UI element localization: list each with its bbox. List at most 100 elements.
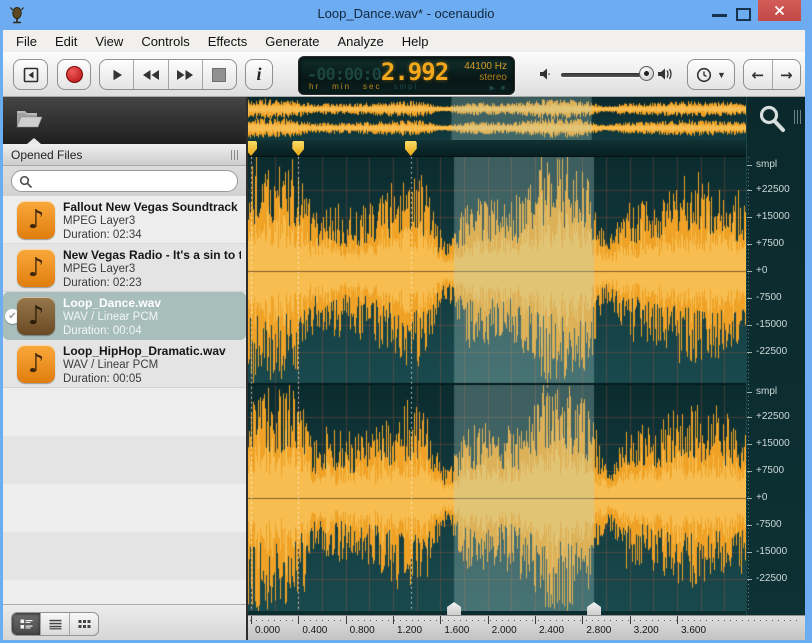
opened-files-folder-icon[interactable] <box>15 107 43 129</box>
waveform-overview[interactable] <box>248 97 746 140</box>
stop-icon <box>212 68 226 82</box>
ruler-tick <box>747 498 752 499</box>
ruler-tick <box>747 417 752 418</box>
volume-slider-knob[interactable] <box>639 66 654 81</box>
ruler-tick <box>747 552 752 553</box>
minimize-button[interactable] <box>712 14 727 17</box>
menu-item-controls[interactable]: Controls <box>132 32 198 51</box>
marker-pin[interactable] <box>248 141 257 156</box>
detail-view-button[interactable] <box>12 613 40 635</box>
menu-item-effects[interactable]: Effects <box>199 32 257 51</box>
file-title: New Vegas Radio - It's a sin to tell ... <box>63 248 241 262</box>
search-input[interactable] <box>38 172 232 192</box>
file-row-selected[interactable]: ✔ ♪ Loop_Dance.wav WAV / Linear PCM Dura… <box>3 292 246 340</box>
go-to-start-icon <box>23 67 39 83</box>
unit-min: min <box>332 82 351 91</box>
info-button[interactable]: i <box>245 59 273 90</box>
file-duration: Duration: 00:04 <box>63 324 241 338</box>
menu-item-generate[interactable]: Generate <box>256 32 328 51</box>
time-axis-tick <box>582 616 583 624</box>
sample-ruler[interactable]: smpl+22500+15000+7500+0-7500-15000-22500… <box>746 97 805 615</box>
ruler-tick <box>747 352 752 353</box>
time-axis-label: 2.000 <box>492 625 517 636</box>
time-axis-label: 3.200 <box>634 625 659 636</box>
volume-min-icon[interactable] <box>539 67 553 81</box>
play-button[interactable] <box>100 60 133 89</box>
rewind-icon <box>142 69 160 81</box>
file-duration: Duration: 02:34 <box>63 228 241 242</box>
file-format: WAV / Linear PCM <box>63 310 241 324</box>
record-icon <box>66 66 83 83</box>
sample-ruler-label: -22500 <box>756 346 787 357</box>
time-axis-tick <box>393 616 394 624</box>
marker-pin[interactable] <box>405 141 417 156</box>
time-axis-tick <box>298 616 299 624</box>
opened-files-titlebar[interactable]: Opened Files <box>3 144 246 166</box>
marker-pin[interactable] <box>292 141 304 156</box>
file-row[interactable]: ♪ Fallout New Vegas Soundtrack Gu... MPE… <box>3 196 246 244</box>
ocenaudio-window: { "titlebar": { "title": "Loop_Dance.wav… <box>0 0 812 643</box>
ruler-tick <box>747 392 752 393</box>
time-axis-label: 2.800 <box>586 625 611 636</box>
ruler-tick <box>747 525 752 526</box>
panel-grip-icon[interactable] <box>231 150 238 160</box>
file-duration: Duration: 02:23 <box>63 276 241 290</box>
sample-ruler-label: +0 <box>756 265 767 276</box>
fast-forward-icon <box>176 69 194 81</box>
file-row[interactable]: ♪ New Vegas Radio - It's a sin to tell .… <box>3 244 246 292</box>
close-button[interactable] <box>758 0 801 21</box>
stop-button[interactable] <box>202 60 236 89</box>
toolbar: i -00:00:02.992 hr min sec smpl 44100 Hz… <box>3 52 805 97</box>
ruler-grip-icon[interactable] <box>794 110 801 124</box>
ruler-tick <box>747 244 752 245</box>
zoom-search-icon[interactable] <box>757 104 787 134</box>
marker-bar[interactable] <box>248 140 746 157</box>
redo-forward-button[interactable]: → <box>772 60 801 89</box>
menu-item-analyze[interactable]: Analyze <box>328 32 392 51</box>
chevron-down-icon: ▼ <box>717 70 726 80</box>
transport-state-icons: ▶ ■ <box>464 83 507 94</box>
time-axis-label: 3.600 <box>681 625 706 636</box>
sample-ruler-label: -22500 <box>756 573 787 584</box>
ruler-tick <box>747 298 752 299</box>
menu-item-help[interactable]: Help <box>393 32 438 51</box>
file-row[interactable]: ♪ Loop_HipHop_Dramatic.wav WAV / Linear … <box>3 340 246 388</box>
time-axis-label: 0.400 <box>302 625 327 636</box>
maximize-button[interactable] <box>736 8 751 21</box>
go-to-start-button[interactable] <box>13 59 48 90</box>
sidebar-header <box>3 97 246 144</box>
sample-ruler-label: -15000 <box>756 319 787 330</box>
time-axis-label: 1.200 <box>397 625 422 636</box>
fast-forward-button[interactable] <box>168 60 202 89</box>
search-area <box>3 166 246 196</box>
time-display[interactable]: -00:00:02.992 hr min sec smpl 44100 Hz s… <box>298 56 515 95</box>
history-nav-group: ← → <box>743 59 801 90</box>
grid-view-icon <box>78 619 91 630</box>
titlebar[interactable]: Loop_Dance.wav* - ocenaudio <box>0 0 812 30</box>
menu-item-edit[interactable]: Edit <box>46 32 86 51</box>
playback-timer-button[interactable]: ▼ <box>687 59 735 90</box>
menu-item-view[interactable]: View <box>86 32 132 51</box>
sample-ruler-label: -7500 <box>756 292 782 303</box>
play-icon <box>110 68 124 82</box>
file-title: Loop_Dance.wav <box>63 296 241 310</box>
record-button[interactable] <box>57 59 91 90</box>
sample-ruler-label: -7500 <box>756 519 782 530</box>
waveform-main[interactable] <box>248 157 746 611</box>
close-icon <box>774 5 785 16</box>
menu-item-file[interactable]: File <box>7 32 46 51</box>
volume-max-icon[interactable] <box>657 66 674 82</box>
time-axis-tick <box>488 616 489 624</box>
grid-view-button[interactable] <box>69 613 98 635</box>
sample-ruler-label: +7500 <box>756 238 784 249</box>
rewind-button[interactable] <box>133 60 167 89</box>
time-axis[interactable]: 0.0000.4000.8001.2001.6002.0002.4002.800… <box>248 615 805 640</box>
audio-file-icon: ♪ <box>17 297 55 335</box>
search-box[interactable] <box>11 170 238 192</box>
file-format: WAV / Linear PCM <box>63 358 241 372</box>
time-axis-tick <box>251 616 252 624</box>
time-axis-tick <box>440 616 441 624</box>
list-view-button[interactable] <box>40 613 69 635</box>
search-icon <box>19 175 33 189</box>
undo-back-button[interactable]: ← <box>744 60 772 89</box>
